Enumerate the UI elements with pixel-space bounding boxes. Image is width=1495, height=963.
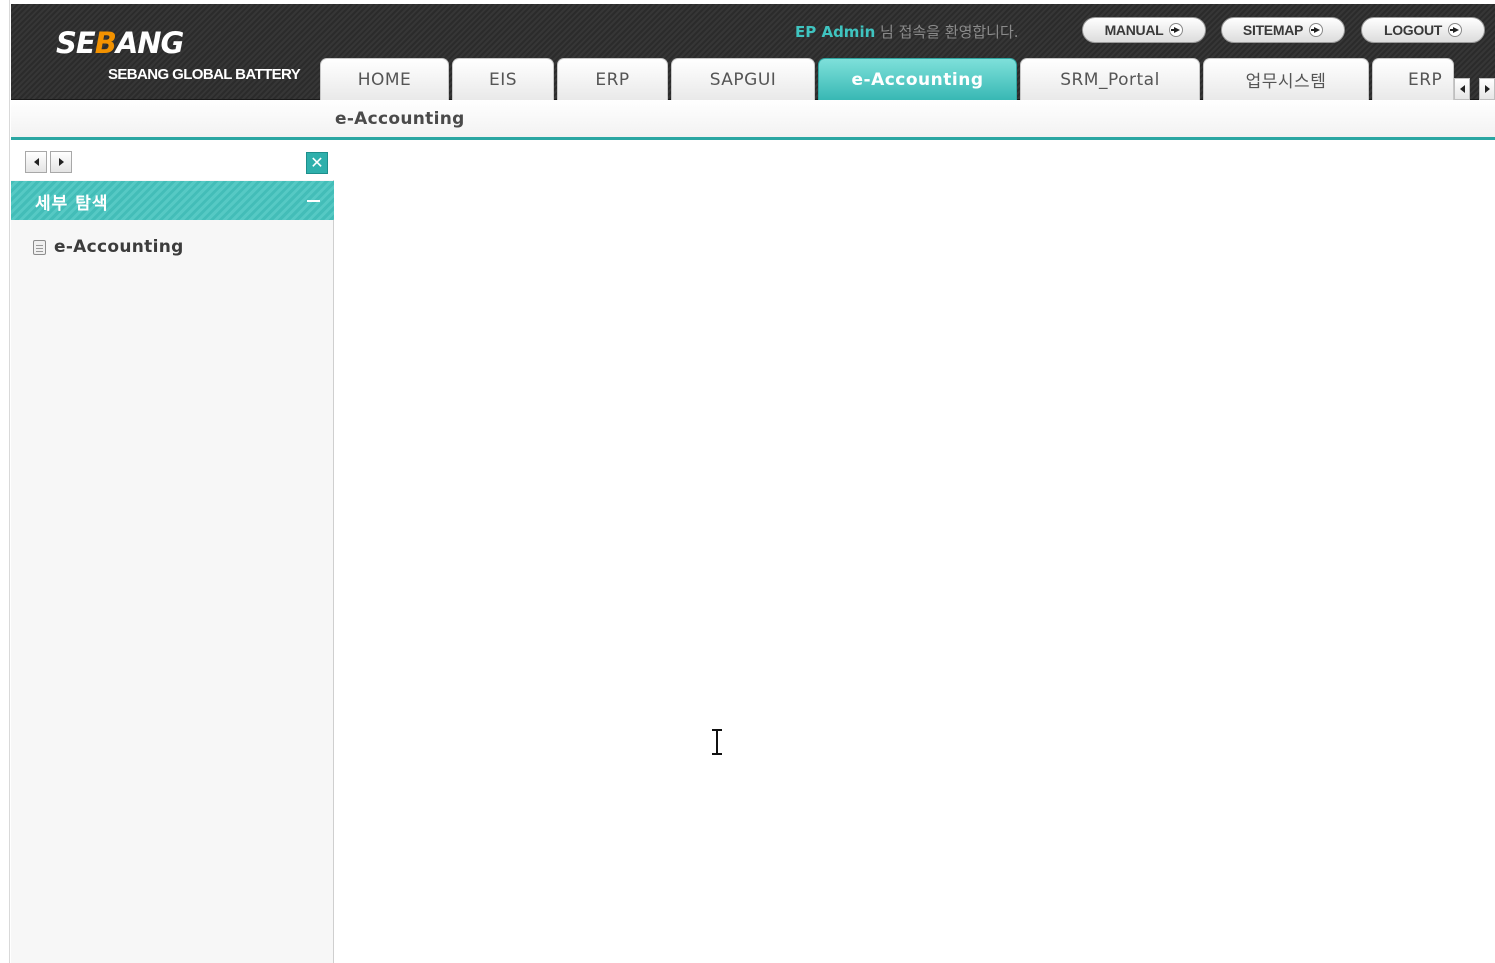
logo-subtitle: SEBANG GLOBAL BATTERY: [108, 66, 301, 83]
collapse-icon[interactable]: [304, 190, 324, 210]
detail-navigation-header[interactable]: 세부 탐색: [11, 181, 334, 220]
tab-erp[interactable]: ERP: [557, 58, 668, 100]
breadcrumb: e-Accounting: [335, 109, 465, 129]
arrow-right-icon: [1309, 23, 1324, 37]
tab-srm-portal[interactable]: SRM_Portal: [1020, 58, 1200, 100]
content-area[interactable]: [335, 145, 1495, 963]
document-icon: [33, 239, 46, 255]
tab-sapgui[interactable]: SAPGUI: [671, 58, 815, 100]
window-frame-left: [0, 0, 10, 963]
tab-home[interactable]: HOME: [320, 58, 449, 100]
tab-scroll-right-button[interactable]: [1479, 78, 1495, 100]
welcome-username: EP Admin: [795, 23, 876, 41]
arrow-right-icon: [1448, 23, 1463, 37]
arrow-left-icon: [1459, 85, 1465, 93]
manual-button[interactable]: MANUAL: [1082, 17, 1206, 43]
tab-business-system[interactable]: 업무시스템: [1203, 58, 1369, 100]
text-cursor-icon: [712, 729, 722, 755]
portal-header: SEBANG SEBANG GLOBAL BATTERY EP Admin 님 …: [11, 4, 1495, 100]
navigation-panel: ✕ 세부 탐색 e-Accounting: [11, 145, 334, 963]
tab-scroll-left-button[interactable]: [1454, 78, 1470, 100]
tab-erp-2[interactable]: ERP: [1372, 58, 1454, 100]
tab-eis[interactable]: EIS: [452, 58, 554, 100]
welcome-text: 님 접속을 환영합니다.: [875, 23, 1019, 41]
close-icon[interactable]: ✕: [306, 152, 328, 174]
sebang-logo[interactable]: SEBANG SEBANG GLOBAL BATTERY: [56, 26, 316, 90]
panel-prev-button[interactable]: [25, 151, 47, 173]
sitemap-button-label: SITEMAP: [1242, 22, 1304, 38]
logout-button[interactable]: LOGOUT: [1361, 17, 1485, 43]
welcome-message: EP Admin 님 접속을 환영합니다.: [795, 21, 1019, 42]
panel-next-button[interactable]: [50, 151, 72, 173]
tab-e-accounting[interactable]: e-Accounting: [818, 58, 1017, 100]
panel-toolbar: ✕: [11, 145, 334, 180]
detail-navigation-title: 세부 탐색: [35, 194, 109, 214]
arrow-right-icon: [1169, 23, 1184, 37]
arrow-left-icon: [33, 158, 39, 166]
tree-item-e-accounting[interactable]: e-Accounting: [33, 237, 184, 257]
tree-item-label: e-Accounting: [54, 237, 184, 257]
sitemap-button[interactable]: SITEMAP: [1221, 17, 1345, 43]
breadcrumb-bar: e-Accounting: [11, 100, 1495, 140]
logout-button-label: LOGOUT: [1383, 22, 1443, 38]
logo-wordmark: SEBANG: [56, 26, 184, 60]
arrow-right-icon: [1484, 85, 1490, 93]
manual-button-label: MANUAL: [1104, 22, 1164, 38]
arrow-right-icon: [58, 158, 64, 166]
